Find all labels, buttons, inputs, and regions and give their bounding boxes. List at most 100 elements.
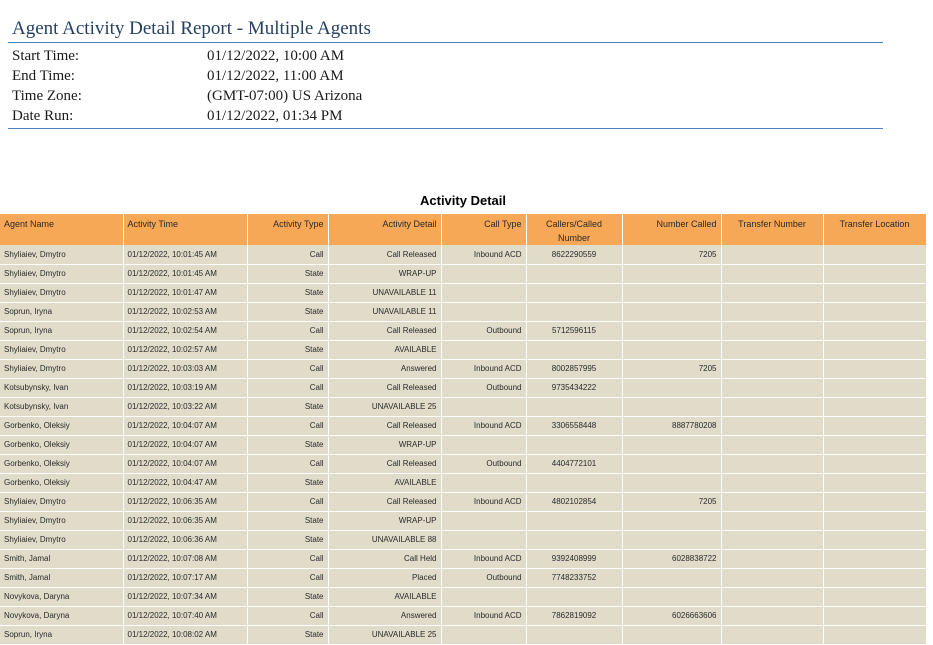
transfer-number-cell — [721, 454, 824, 474]
activity-time-cell: 01/12/2022, 10:04:07 AM — [123, 416, 248, 436]
number-called-cell — [622, 302, 722, 322]
call-type-cell: Inbound ACD — [441, 549, 527, 569]
transfer-location-cell — [823, 302, 927, 322]
activity-time-cell: 01/12/2022, 10:08:02 AM — [123, 625, 248, 645]
column-header-activity-time: Activity Time — [123, 214, 248, 245]
number-called-cell — [622, 587, 722, 607]
activity-time-cell: 01/12/2022, 10:07:08 AM — [123, 549, 248, 569]
activity-time-cell: 01/12/2022, 10:03:19 AM — [123, 378, 248, 398]
agent-name-cell: Shyliaiev, Dmytro — [0, 359, 124, 379]
call-type-cell: Inbound ACD — [441, 245, 527, 265]
number-called-cell — [622, 530, 722, 550]
transfer-number-cell — [721, 245, 824, 265]
callers-called-number-cell — [526, 283, 623, 303]
number-called-cell — [622, 625, 722, 645]
call-type-cell: Inbound ACD — [441, 492, 527, 512]
call-type-cell — [441, 435, 527, 455]
transfer-location-cell — [823, 454, 927, 474]
meta-label: End Time: — [12, 68, 75, 84]
call-type-cell — [441, 340, 527, 360]
transfer-location-cell — [823, 549, 927, 569]
table-row: Novykova, Daryna 01/12/2022, 10:07:34 AM S… — [0, 587, 927, 607]
transfer-number-cell — [721, 606, 824, 626]
table-row: Shyliaiev, Dmytro 01/12/2022, 10:01:45 AM… — [0, 245, 927, 265]
activity-time-cell: 01/12/2022, 10:03:22 AM — [123, 397, 248, 417]
table-row: Kotsubynsky, Ivan 01/12/2022, 10:03:22 AM… — [0, 397, 927, 417]
activity-detail-cell: Call Released — [328, 492, 442, 512]
transfer-location-cell — [823, 435, 927, 455]
callers-called-number-cell: 7748233752 — [526, 568, 623, 588]
number-called-cell: 6028838722 — [622, 549, 722, 569]
activity-type-cell: Call — [247, 245, 329, 265]
agent-name-cell: Shyliaiev, Dmytro — [0, 530, 124, 550]
agent-name-cell: Smith, Jamal — [0, 549, 124, 569]
callers-called-number-cell — [526, 473, 623, 493]
table-row: Soprun, Iryna 01/12/2022, 10:08:02 AM Stat… — [0, 625, 927, 645]
activity-detail-cell: Answered — [328, 606, 442, 626]
report-header: Agent Activity Detail Report - Multiple … — [8, 16, 883, 129]
table-row: Soprun, Iryna 01/12/2022, 10:02:54 AM Call… — [0, 321, 927, 341]
column-header-transfer-number: Transfer Number — [721, 214, 824, 245]
activity-type-cell: State — [247, 530, 329, 550]
transfer-location-cell — [823, 511, 927, 531]
activity-time-cell: 01/12/2022, 10:06:35 AM — [123, 511, 248, 531]
activity-type-cell: Call — [247, 321, 329, 341]
activity-type-cell: State — [247, 302, 329, 322]
call-type-cell: Outbound — [441, 321, 527, 341]
number-called-cell: 7205 — [622, 359, 722, 379]
activity-time-cell: 01/12/2022, 10:06:35 AM — [123, 492, 248, 512]
column-header-number-called: Number Called — [622, 214, 722, 245]
section-title: Activity Detail — [420, 193, 506, 208]
table-row: Shyliaiev, Dmytro 01/12/2022, 10:01:47 AM… — [0, 283, 927, 303]
activity-detail-cell: Call Released — [328, 321, 442, 341]
activity-time-cell: 01/12/2022, 10:04:47 AM — [123, 473, 248, 493]
table-row: Smith, Jamal 01/12/2022, 10:07:08 AM Call C… — [0, 549, 927, 569]
call-type-cell: Inbound ACD — [441, 416, 527, 436]
agent-name-cell: Shyliaiev, Dmytro — [0, 245, 124, 265]
table-row: Smith, Jamal 01/12/2022, 10:07:17 AM Call P… — [0, 568, 927, 588]
agent-name-cell: Shyliaiev, Dmytro — [0, 340, 124, 360]
activity-detail-cell: AVAILABLE — [328, 340, 442, 360]
call-type-cell — [441, 587, 527, 607]
table-row: Soprun, Iryna 01/12/2022, 10:02:53 AM Stat… — [0, 302, 927, 322]
activity-type-cell: State — [247, 283, 329, 303]
call-type-cell: Inbound ACD — [441, 359, 527, 379]
activity-time-cell: 01/12/2022, 10:02:53 AM — [123, 302, 248, 322]
activity-type-cell: Call — [247, 378, 329, 398]
number-called-cell — [622, 568, 722, 588]
callers-called-number-cell — [526, 435, 623, 455]
transfer-number-cell — [721, 378, 824, 398]
activity-type-cell: Call — [247, 549, 329, 569]
activity-time-cell: 01/12/2022, 10:07:17 AM — [123, 568, 248, 588]
activity-type-cell: State — [247, 397, 329, 417]
column-header-call-type: Call Type — [441, 214, 527, 245]
transfer-location-cell — [823, 530, 927, 550]
table-row: Gorbenko, Oleksiy 01/12/2022, 10:04:07 AM… — [0, 435, 927, 455]
activity-detail-cell: Answered — [328, 359, 442, 379]
column-header-agent-name: Agent Name — [0, 214, 124, 245]
column-header-transfer-location: Transfer Location — [823, 214, 927, 245]
callers-called-number-cell — [526, 302, 623, 322]
table-row: Shyliaiev, Dmytro 01/12/2022, 10:06:35 AM… — [0, 492, 927, 512]
call-type-cell — [441, 530, 527, 550]
activity-time-cell: 01/12/2022, 10:02:54 AM — [123, 321, 248, 341]
activity-type-cell: State — [247, 435, 329, 455]
report-title: Agent Activity Detail Report - Multiple … — [8, 16, 883, 43]
table-row: Shyliaiev, Dmytro 01/12/2022, 10:03:03 AM… — [0, 359, 927, 379]
meta-end-time: End Time: 01/12/2022, 11:00 AM — [12, 66, 883, 86]
activity-detail-cell: UNAVAILABLE 25 — [328, 625, 442, 645]
transfer-location-cell — [823, 416, 927, 436]
transfer-number-cell — [721, 397, 824, 417]
activity-time-cell: 01/12/2022, 10:01:45 AM — [123, 245, 248, 265]
call-type-cell — [441, 264, 527, 284]
table-row: Shyliaiev, Dmytro 01/12/2022, 10:02:57 AM… — [0, 340, 927, 360]
transfer-location-cell — [823, 321, 927, 341]
activity-time-cell: 01/12/2022, 10:04:07 AM — [123, 454, 248, 474]
callers-called-number-cell — [526, 397, 623, 417]
callers-called-number-cell: 8002857995 — [526, 359, 623, 379]
number-called-cell — [622, 454, 722, 474]
activity-time-cell: 01/12/2022, 10:04:07 AM — [123, 435, 248, 455]
transfer-number-cell — [721, 416, 824, 436]
number-called-cell — [622, 378, 722, 398]
table-row: Shyliaiev, Dmytro 01/12/2022, 10:06:36 AM… — [0, 530, 927, 550]
